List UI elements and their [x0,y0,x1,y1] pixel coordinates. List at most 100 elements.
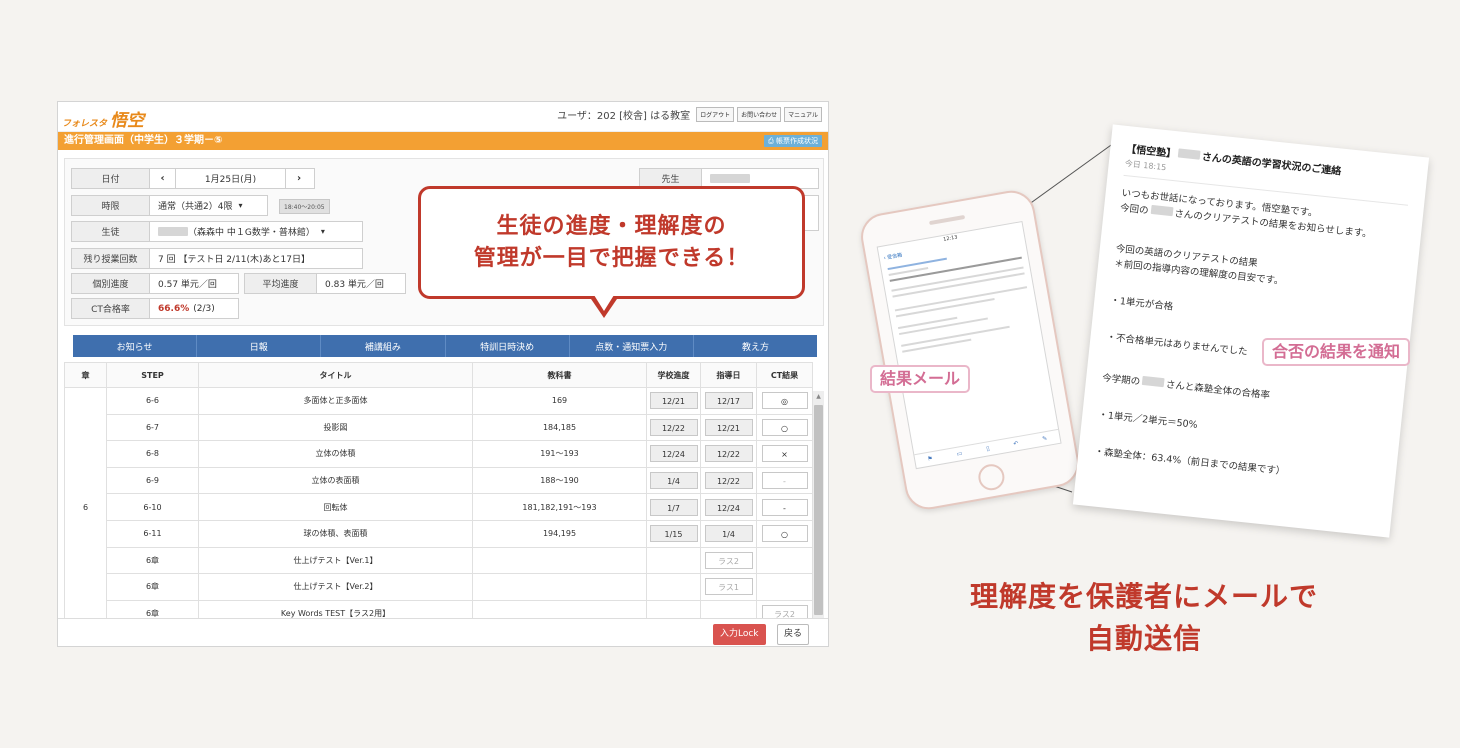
title-cell: 回転体 [198,493,473,521]
trash-icon[interactable]: ▯ [986,445,990,452]
step-cell: 6-11 [106,519,199,548]
date-next-button[interactable]: › [286,169,312,188]
ct-result-cell: ○ [756,413,813,442]
step-cell: 6章 [106,546,199,575]
email-rate-heading: 今学期の さんと森塾全体の合格率 [1101,371,1387,416]
ct-result-box[interactable]: ○ [761,418,808,436]
textbook-cell: 194,195 [472,519,647,548]
individual-progress-value: 0.57 単元／回 [158,280,217,290]
ct-result-box[interactable]: - [761,498,808,516]
compose-icon[interactable]: ✎ [1042,435,1048,443]
lesson-date-box[interactable]: ラス2 [704,551,753,569]
average-progress-field: 平均進度 0.83 単元／回 [244,273,406,294]
tab-notice[interactable]: お知らせ [73,335,198,357]
progress-table: 章 STEP タイトル 教科書 学校進度 指導日 CT結果 6 6-6 多面体と… [64,362,813,628]
period-select[interactable]: 通常（共通2）4限 ▾ [150,196,242,215]
blurred-name [1141,375,1165,388]
step-cell: 6-8 [106,440,199,468]
printer-icon: ⎙ [768,137,776,145]
lesson-date-box[interactable]: 1/4 [704,525,753,543]
lesson-date-box[interactable]: 12/21 [704,418,753,436]
school-progress-box[interactable]: 1/15 [649,525,698,543]
tab-score-input[interactable]: 点数・通知票入力 [570,335,694,357]
flag-icon[interactable]: ⚑ [927,455,934,463]
textbook-cell: 181,182,191～193 [472,493,647,521]
textbook-cell: 169 [472,387,647,415]
report-status-button[interactable]: ⎙ 帳票作成状況 [764,135,822,147]
header-school-progress: 学校進度 [646,362,701,388]
tab-teaching-method[interactable]: 教え方 [694,335,817,357]
page-title: 進行管理画面（中学生）３学期－⑤ [64,135,223,146]
lesson-date-box[interactable]: ラス1 [704,578,753,596]
lesson-date-box[interactable]: 12/22 [704,445,753,463]
table-scrollbar[interactable]: ▲ [813,391,824,618]
step-cell: 6章 [106,573,199,601]
school-progress-box[interactable]: 1/7 [649,498,698,516]
student-select[interactable]: （森森中 中１G数学・普林館） ▾ [150,222,325,241]
back-button[interactable]: 戻る [777,624,810,645]
individual-progress-field: 個別進度 0.57 単元／回 [71,273,239,294]
header-title: タイトル [198,362,473,388]
textbook-cell: 188～190 [472,466,647,495]
phone-text-line [902,338,972,353]
chevron-down-icon: ▾ [238,201,243,210]
lesson-date-box[interactable]: 12/22 [704,472,753,490]
lesson-date-box[interactable]: 12/17 [704,392,753,410]
header-lesson-date: 指導日 [700,362,757,388]
individual-progress-label: 個別進度 [72,274,150,293]
ct-result-box[interactable]: - [761,472,808,490]
table-row: 6-10 回転体 181,182,191～193 1/7 12/24 - [65,493,813,521]
blurred-name [1150,204,1174,217]
textbook-cell [472,573,647,601]
contact-button[interactable]: お問い合わせ [737,107,782,122]
ct-result-box[interactable]: ○ [761,525,808,543]
callout-line-1: 生徒の進度・理解度の [496,213,727,239]
ct-result-box[interactable]: × [761,445,808,463]
header-ct-result: CT結果 [756,362,813,388]
tab-daily-report[interactable]: 日報 [197,335,322,357]
folder-icon[interactable]: ▭ [956,450,963,458]
reply-icon[interactable]: ↶ [1013,440,1019,448]
logo-main-text: 悟空 [110,111,145,131]
tab-training-schedule[interactable]: 特訓日時決め [446,335,570,357]
table-row: 6-9 立体の表面積 188～190 1/4 12/22 - [65,466,813,495]
lesson-date-cell: ラス2 [700,546,757,575]
report-status-label: 帳票作成状況 [776,137,818,145]
phone-screen: 12:13 ‹ 受信箱 ⚑ ▭ ▯ ↶ ✎ [876,220,1062,470]
title-cell: 投影図 [198,413,473,442]
manual-button[interactable]: マニュアル [784,107,822,122]
lesson-date-cell: 12/24 [700,493,757,521]
step-cell: 6-7 [106,413,199,442]
scrollbar-thumb[interactable] [814,405,823,615]
logout-button[interactable]: ログアウト [696,107,735,122]
school-progress-box[interactable]: 12/22 [649,418,698,436]
input-lock-button[interactable]: 入力Lock [713,624,766,645]
date-field: 日付 ‹ 1月25日(月) › [71,168,315,189]
scroll-up-icon[interactable]: ▲ [813,391,824,403]
remaining-field: 残り授業回数 7 回 【テスト日 2/11(木)あと17日】 [71,248,363,269]
lesson-date-cell: 12/22 [700,466,757,495]
remaining-label: 残り授業回数 [72,249,150,268]
callout-bubble: 生徒の進度・理解度の 管理が一目で把握できる！ [418,186,805,299]
ct-result-cell [756,573,813,601]
date-prev-button[interactable]: ‹ [150,169,176,188]
email-subject-prefix: 【悟空塾】 [1125,144,1177,161]
blurred-name [158,227,188,236]
header-step: STEP [106,362,199,388]
lesson-date-box[interactable]: 12/24 [704,498,753,516]
ct-result-box[interactable]: ◎ [761,392,808,410]
header-chapter: 章 [64,362,107,388]
tab-supplementary[interactable]: 補講組み [321,335,446,357]
date-value[interactable]: 1月25日(月) [176,169,286,188]
email-rate-prefix: 今学期の [1101,372,1141,388]
ct-result-cell: - [756,493,813,521]
textbook-cell: 191～193 [472,440,647,468]
tab-bar: お知らせ 日報 補講組み 特訓日時決め 点数・通知票入力 教え方 [73,335,817,357]
school-progress-box[interactable]: 12/21 [649,392,698,410]
school-progress-box[interactable]: 1/4 [649,472,698,490]
table-header-row: 章 STEP タイトル 教科書 学校進度 指導日 CT結果 [64,362,813,388]
school-progress-box[interactable]: 12/24 [649,445,698,463]
ct-rate-value-wrap: 66.6% (2/3) [150,299,215,318]
phone-speaker [929,214,966,226]
logo: フォレスタ 悟空 [62,106,144,131]
